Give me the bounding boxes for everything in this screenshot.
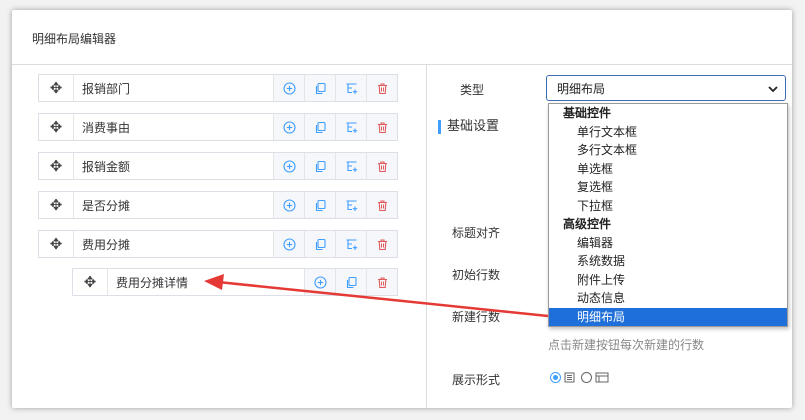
annotation-arrow xyxy=(204,274,549,318)
